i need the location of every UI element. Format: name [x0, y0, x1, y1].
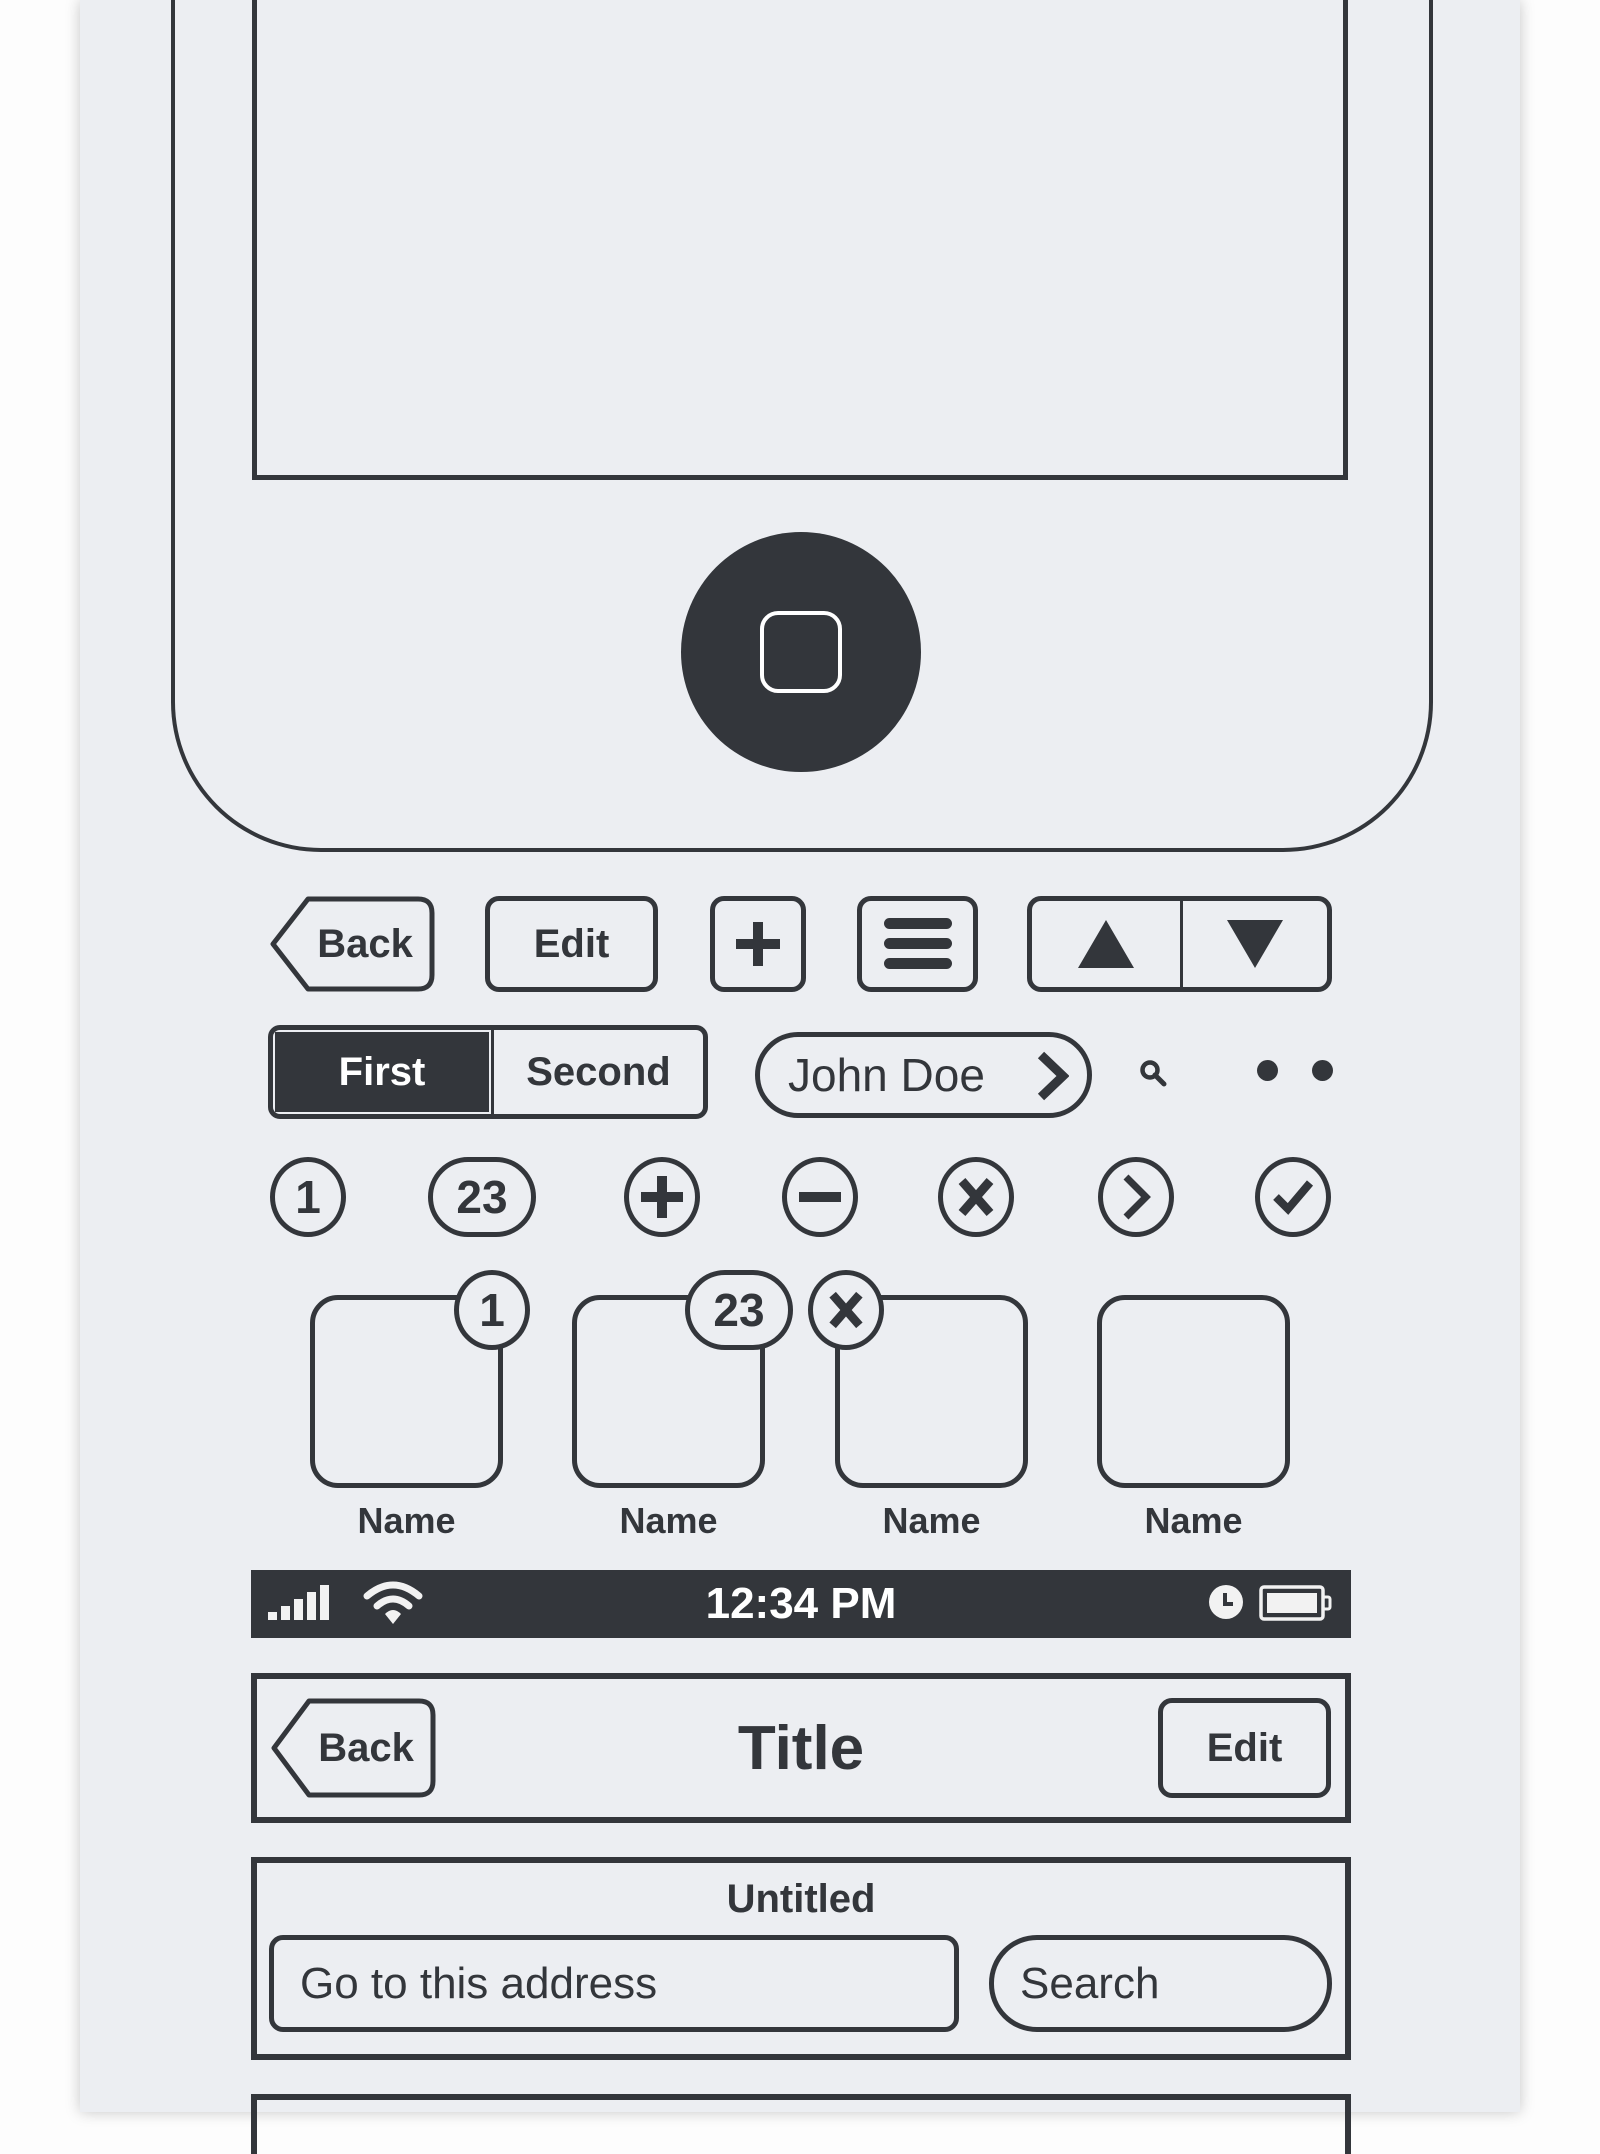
app-icon-label: Name	[619, 1500, 718, 1541]
hamburger-icon	[883, 918, 952, 969]
menu-button[interactable]	[857, 896, 978, 992]
nav-back-button[interactable]: Back	[269, 1698, 437, 1798]
close-circle-icon	[958, 1178, 994, 1216]
app-icon-label: Name	[1144, 1500, 1243, 1541]
down-button[interactable]	[1183, 901, 1327, 987]
disclosure-circle-button[interactable]	[1098, 1157, 1174, 1237]
check-circle-button[interactable]	[1255, 1157, 1331, 1237]
search-input[interactable]	[989, 1935, 1332, 2032]
app-icon[interactable]	[1097, 1295, 1290, 1488]
search-icon[interactable]	[1138, 1058, 1168, 1088]
count-badge-23: 23	[428, 1157, 536, 1237]
minus-circle-icon	[799, 1192, 841, 1202]
plus-circle-icon	[641, 1176, 683, 1218]
home-square-icon	[760, 611, 842, 693]
page-dot[interactable]	[1257, 1060, 1278, 1081]
next-panel-partial	[251, 2094, 1351, 2154]
app-icon-delete-badge[interactable]	[808, 1270, 884, 1350]
contact-pill[interactable]: John Doe	[755, 1032, 1092, 1118]
app-icon-label: Name	[357, 1500, 456, 1541]
page-dot[interactable]	[1312, 1060, 1333, 1081]
app-icon-label: Name	[882, 1500, 981, 1541]
segment-second[interactable]: Second	[494, 1030, 703, 1114]
back-button-label: Back	[317, 921, 413, 966]
browser-title: Untitled	[726, 1877, 876, 1921]
close-icon	[829, 1291, 863, 1329]
contact-pill-label: John Doe	[788, 1049, 985, 1101]
home-button[interactable]	[681, 532, 921, 772]
address-input[interactable]	[269, 1935, 959, 2032]
app-icon-badge: 23	[685, 1270, 793, 1350]
check-circle-icon	[1273, 1180, 1314, 1215]
add-circle-button[interactable]	[624, 1157, 700, 1237]
triangle-up-icon	[1078, 920, 1134, 968]
segmented-control: First Second	[268, 1025, 708, 1119]
segment-first[interactable]: First	[273, 1030, 491, 1114]
edit-button[interactable]: Edit	[485, 896, 658, 992]
back-button[interactable]: Back	[268, 896, 436, 992]
triangle-down-icon	[1227, 920, 1283, 968]
status-bar: 12:34 PM	[251, 1570, 1351, 1638]
status-time: 12:34 PM	[705, 1579, 897, 1628]
navigation-bar: Title Back Edit	[251, 1673, 1351, 1823]
remove-circle-button[interactable]	[782, 1157, 858, 1237]
count-badge-1: 1	[270, 1157, 346, 1237]
add-button[interactable]	[710, 896, 806, 992]
alarm-clock-icon	[1209, 1585, 1243, 1619]
browser-bar: Untitled	[251, 1857, 1351, 2060]
up-down-control	[1027, 896, 1332, 992]
delete-circle-button[interactable]	[938, 1157, 1014, 1237]
chevron-right-icon	[1037, 1051, 1069, 1101]
chevron-circle-icon	[1123, 1174, 1151, 1220]
up-button[interactable]	[1032, 901, 1180, 987]
plus-icon	[736, 922, 780, 966]
nav-edit-button[interactable]: Edit	[1158, 1698, 1331, 1798]
phone-screen	[252, 0, 1348, 480]
battery-icon	[1259, 1585, 1332, 1621]
nav-back-label: Back	[318, 1725, 414, 1770]
app-icon-badge: 1	[454, 1270, 530, 1350]
